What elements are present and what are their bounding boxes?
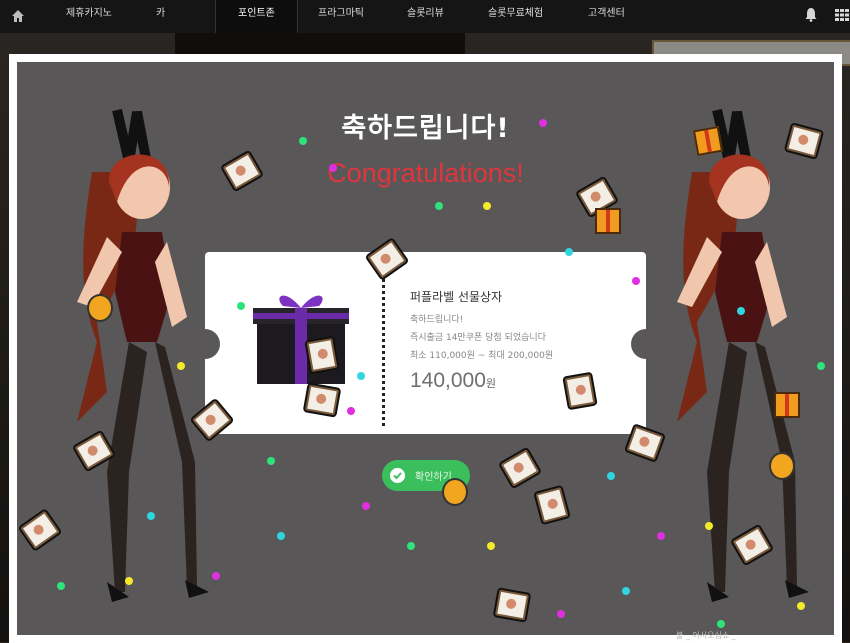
coupon-amount-value: 140,000 — [410, 369, 486, 392]
confetti — [737, 307, 745, 315]
money-icon — [564, 373, 596, 409]
coupon-name: 퍼플라벨 선물상자 — [410, 290, 503, 304]
coupon-ticket: 퍼플라벨 선물상자 축하드립니다! 즉시출금 14만쿠폰 당첨 되었습니다 최소… — [190, 252, 661, 434]
confetti — [632, 277, 640, 285]
confetti — [125, 577, 133, 585]
congratulations-modal: 축하드립니다! Congratulations! 퍼플라벨 선물상자 축하드립니… — [9, 54, 842, 643]
confetti — [622, 587, 630, 595]
confetti — [705, 522, 713, 530]
coupon-amount-unit: 원 — [485, 377, 497, 390]
gift-icon — [692, 125, 724, 157]
confetti — [57, 582, 65, 590]
nav-item-customer-center[interactable]: 고객센터 — [588, 0, 625, 33]
money-bag-icon — [87, 294, 113, 322]
confetti — [435, 202, 443, 210]
confetti — [299, 137, 307, 145]
gift-icon — [595, 208, 621, 234]
top-navigation: 제휴카지노 카 포인트존 프라그마틱 슬롯리뷰 슬롯무료체험 고객센터 — [0, 0, 850, 33]
coupon-line-1: 축하드립니다! — [410, 315, 464, 325]
money-icon — [304, 384, 340, 416]
confetti — [347, 407, 355, 415]
coupon-notch-right — [631, 329, 661, 359]
confetti — [362, 502, 370, 510]
coupon-line-2: 즉시출금 14만쿠폰 당첨 되었습니다 — [410, 333, 546, 343]
confetti — [177, 362, 185, 370]
gift-icon — [774, 392, 800, 418]
title-english: Congratulations! — [327, 158, 524, 188]
money-icon — [494, 589, 530, 621]
confetti — [657, 532, 665, 540]
coupon-amount: 140,000원 — [410, 369, 496, 393]
confetti — [539, 119, 547, 127]
nav-item-slot-free-trial[interactable]: 슬롯무료체험 — [488, 0, 543, 33]
nav-item-casino[interactable]: 카 — [156, 0, 165, 33]
nav-item-partner-casino[interactable]: 제휴카지노 — [66, 0, 112, 33]
confetti — [487, 542, 495, 550]
coupon-perforation — [382, 266, 385, 426]
nav-item-slot-review[interactable]: 슬롯리뷰 — [407, 0, 444, 33]
confetti — [357, 372, 365, 380]
confetti — [717, 620, 725, 628]
confetti — [237, 302, 245, 310]
confetti — [565, 248, 573, 256]
nav-item-pragmatic[interactable]: 프라그마틱 — [318, 0, 364, 33]
confetti — [797, 602, 805, 610]
money-icon — [306, 337, 338, 373]
coupon-notch-left — [190, 329, 220, 359]
confetti — [407, 542, 415, 550]
confetti — [329, 164, 337, 172]
home-icon[interactable] — [10, 8, 26, 24]
nav-item-point-zone[interactable]: 포인트존 — [215, 0, 298, 33]
bell-icon[interactable] — [804, 7, 818, 22]
confetti — [147, 512, 155, 520]
confetti — [267, 457, 275, 465]
money-bag-icon — [442, 478, 468, 506]
confetti — [817, 362, 825, 370]
confetti — [607, 472, 615, 480]
background-notice-text: 불 _ 어서오십쇼 _ — [676, 631, 736, 640]
confetti — [277, 532, 285, 540]
check-icon — [390, 468, 405, 483]
gift-box-icon — [253, 295, 349, 384]
coupon-line-3: 최소 110,000원 ~ 최대 200,000원 — [410, 351, 554, 361]
grid-icon[interactable] — [834, 8, 850, 22]
confetti — [557, 610, 565, 618]
confetti — [483, 202, 491, 210]
confetti — [212, 572, 220, 580]
money-bag-icon — [769, 452, 795, 480]
